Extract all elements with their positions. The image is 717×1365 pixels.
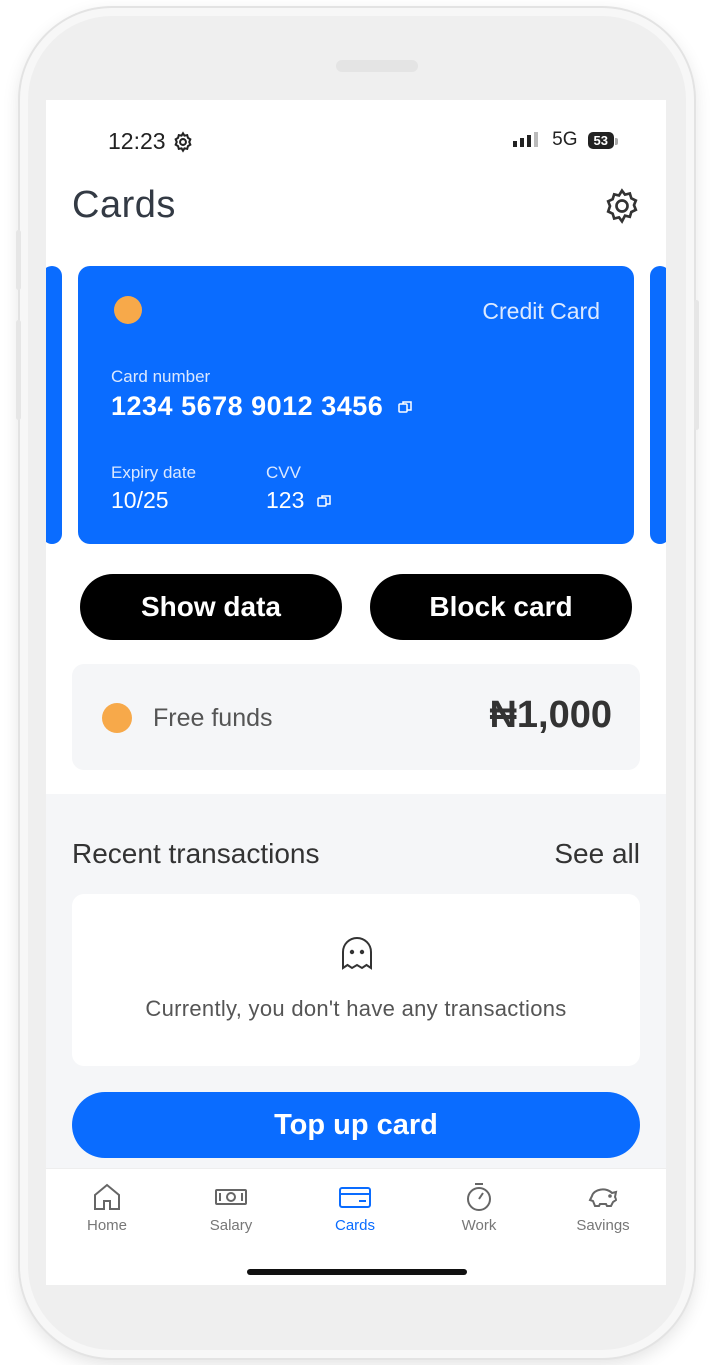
tab-home[interactable]: Home bbox=[57, 1181, 157, 1234]
piggy-bank-icon bbox=[588, 1188, 618, 1207]
card-number: 1234 5678 9012 3456 bbox=[111, 391, 384, 421]
empty-state-text: Currently, you don't have any transactio… bbox=[145, 996, 567, 1021]
card-type: Credit Card bbox=[482, 298, 600, 324]
clock-text: 12:23 bbox=[108, 128, 166, 154]
status-time: 12:23 bbox=[108, 128, 194, 155]
copy-icon[interactable] bbox=[316, 493, 332, 509]
cvv-row: 123 bbox=[266, 487, 332, 514]
top-up-card-button[interactable]: Top up card bbox=[72, 1092, 640, 1158]
cvv-label: CVV bbox=[266, 463, 301, 482]
home-indicator[interactable] bbox=[247, 1269, 467, 1275]
card-peek-previous[interactable] bbox=[46, 266, 62, 544]
copy-icon[interactable] bbox=[397, 399, 413, 415]
signal-icon bbox=[513, 132, 539, 147]
phone-side-button bbox=[16, 320, 21, 420]
network-label: 5G bbox=[552, 129, 578, 150]
expiry-value: 10/25 bbox=[111, 487, 169, 513]
battery-level: 53 bbox=[593, 132, 608, 148]
cvv-value: 123 bbox=[266, 487, 305, 513]
tab-savings[interactable]: Savings bbox=[553, 1181, 653, 1234]
phone-speaker bbox=[336, 60, 418, 72]
settings-status-icon bbox=[173, 130, 192, 153]
see-all-link[interactable]: See all bbox=[554, 838, 640, 870]
tab-label: Cards bbox=[334, 1217, 375, 1234]
battery-icon: 53 bbox=[587, 131, 619, 149]
free-funds-value: ₦1,000 bbox=[489, 694, 612, 736]
free-funds-panel: Free funds ₦1,000 bbox=[72, 664, 640, 770]
card-number-row: 1234 5678 9012 3456 bbox=[111, 391, 413, 422]
phone-side-button bbox=[694, 300, 699, 430]
block-card-button[interactable]: Block card bbox=[370, 574, 632, 640]
card-brand-dot bbox=[114, 296, 142, 324]
empty-state: Currently, you don't have any transactio… bbox=[72, 894, 640, 1066]
card-peek-next[interactable] bbox=[650, 266, 666, 544]
ghost-icon bbox=[342, 937, 372, 970]
status-indicators: 5G 53 bbox=[512, 129, 619, 151]
funds-dot bbox=[102, 703, 132, 733]
card-number-label: Card number bbox=[111, 367, 211, 386]
tab-label: Salary bbox=[209, 1217, 253, 1234]
card-icon bbox=[339, 1187, 371, 1208]
section-title: Recent transactions bbox=[72, 838, 320, 869]
app-screen: 12:23 5G 53 Cards Credit Card Card numbe… bbox=[46, 100, 666, 1285]
tab-label: Home bbox=[86, 1217, 127, 1234]
free-funds-label: Free funds bbox=[153, 704, 273, 732]
phone-side-button bbox=[16, 230, 21, 290]
tab-label: Savings bbox=[576, 1217, 630, 1234]
stopwatch-icon bbox=[467, 1183, 491, 1211]
home-icon bbox=[94, 1183, 120, 1210]
gear-icon[interactable] bbox=[602, 186, 642, 226]
expiry-label: Expiry date bbox=[111, 463, 197, 482]
tab-salary[interactable]: Salary bbox=[181, 1181, 281, 1234]
banknote-icon bbox=[215, 1189, 247, 1205]
show-data-button[interactable]: Show data bbox=[80, 574, 342, 640]
page-title: Cards bbox=[72, 184, 176, 226]
credit-card[interactable]: Credit Card Card number 1234 5678 9012 3… bbox=[78, 266, 634, 544]
tab-label: Work bbox=[461, 1217, 497, 1234]
tab-cards[interactable]: Cards bbox=[305, 1181, 405, 1234]
bottom-tab-bar: Home Salary Cards Work Savings bbox=[46, 1168, 666, 1285]
tab-work[interactable]: Work bbox=[429, 1181, 529, 1234]
